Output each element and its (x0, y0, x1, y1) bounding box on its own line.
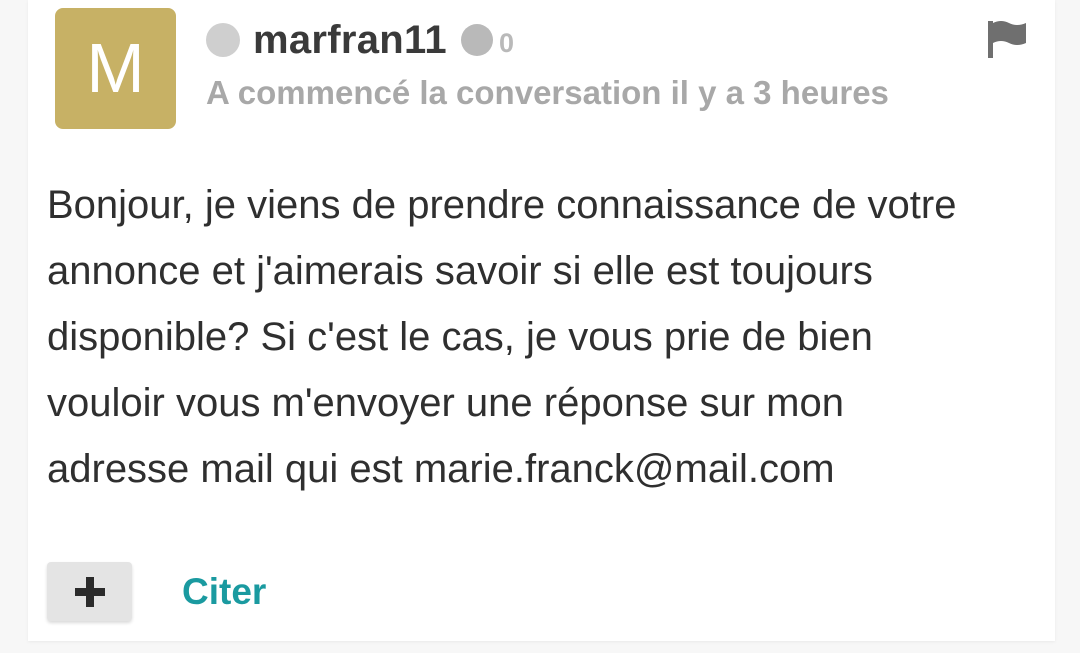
cite-button[interactable]: Citer (182, 568, 266, 616)
message-line: vouloir vous m'envoyer une réponse sur m… (47, 381, 844, 425)
message-line: annonce et j'aimerais savoir si elle est… (47, 249, 873, 293)
online-status-icon (206, 23, 240, 57)
message-body: Bonjour, je viens de prendre connaissanc… (47, 172, 1047, 502)
conversation-started-text: A commencé la conversation il y a 3 heur… (206, 74, 889, 111)
message-line: Bonjour, je viens de prendre connaissanc… (47, 183, 957, 227)
flag-icon[interactable] (985, 18, 1029, 60)
author-line: marfran11 0 (206, 14, 514, 66)
plus-icon (74, 576, 105, 607)
message-line: disponible? Si c'est le cas, je vous pri… (47, 315, 873, 359)
message-line: adresse mail qui est marie.franck@mail.c… (47, 447, 835, 491)
username-link[interactable]: marfran11 (253, 18, 447, 63)
plus-button[interactable] (47, 562, 132, 621)
reputation-icon (460, 24, 493, 56)
reputation-count: 0 (498, 27, 514, 58)
avatar[interactable]: M (55, 8, 176, 129)
